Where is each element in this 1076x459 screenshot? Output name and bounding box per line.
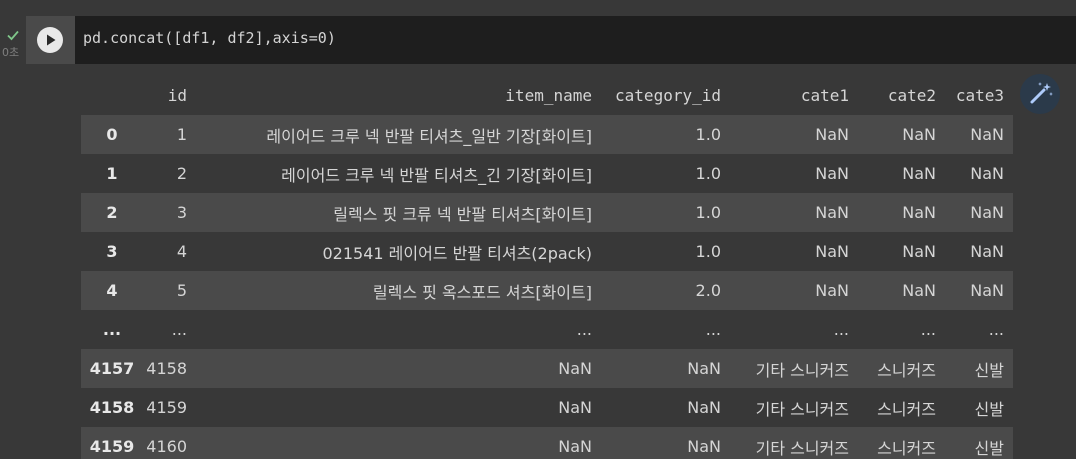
table-row: 2 3 릴렉스 핏 크류 넥 반팔 티셔츠[화이트] 1.0 NaN NaN NaN <box>81 193 1013 232</box>
code-line: pd.concat([df1, df2],axis=0) <box>83 29 336 47</box>
cell-cate3: 신발 <box>974 360 1004 380</box>
play-icon <box>47 34 56 46</box>
magic-wand-button[interactable] <box>1020 74 1060 114</box>
cell-cate2: NaN <box>902 164 936 183</box>
cell-cate1: 기타 스니커즈 <box>755 399 849 419</box>
row-index: 4157 <box>89 359 135 378</box>
cell-output: id item_name category_id cate1 cate2 cat… <box>26 64 1076 459</box>
column-header-item-name: item_name <box>505 86 592 105</box>
cell-cate2: NaN <box>902 242 936 261</box>
cell-id: 4160 <box>146 437 187 456</box>
cell-cate3: NaN <box>970 164 1004 183</box>
check-icon <box>6 27 20 41</box>
cell-cate1: NaN <box>815 242 849 261</box>
row-index: 2 <box>106 203 118 222</box>
table-row: 3 4 021541 레이어드 반팔 티셔츠(2pack) 1.0 NaN NaN NaN <box>81 232 1013 271</box>
row-index: ... <box>102 320 122 339</box>
row-index: 3 <box>106 242 118 261</box>
table-row: 0 1 레이어드 크루 넥 반팔 티셔츠_일반 기장[화이트] 1.0 NaN NaN Na… <box>81 115 1013 154</box>
cell-cate3: 신발 <box>974 438 1004 458</box>
column-header-cate1: cate1 <box>800 86 849 105</box>
cell-item-name: 레이어드 크루 넥 반팔 티셔츠_일반 기장[화이트] <box>266 126 592 146</box>
cell-item-name: NaN <box>558 359 592 378</box>
cell-id: 4159 <box>146 398 187 417</box>
cell-cate2: NaN <box>902 203 936 222</box>
column-header-index <box>81 76 143 115</box>
dataframe-table: id item_name category_id cate1 cate2 cat… <box>81 76 1013 459</box>
cell-cate1: NaN <box>815 125 849 144</box>
cell-cate2: 스니커즈 <box>877 399 936 419</box>
cell-cate2: ... <box>920 320 936 339</box>
cell-cate1: NaN <box>815 281 849 300</box>
column-header-cate2: cate2 <box>887 86 936 105</box>
cell-item-name: ... <box>576 320 592 339</box>
table-row: 4157 4158 NaN NaN 기타 스니커즈 스니커즈 신발 <box>81 349 1013 388</box>
cell-cate3: NaN <box>970 125 1004 144</box>
cell-category-id: 1.0 <box>695 203 721 222</box>
cell-id: 4 <box>176 242 187 261</box>
cell-category-id: 1.0 <box>695 164 721 183</box>
cell-category-id: NaN <box>687 437 721 456</box>
cell-id: 5 <box>176 281 187 300</box>
row-index: 0 <box>106 125 118 144</box>
cell-category-id: 1.0 <box>695 125 721 144</box>
table-row: 4 5 릴렉스 핏 옥스포드 셔츠[화이트] 2.0 NaN NaN NaN <box>81 271 1013 310</box>
cell-item-name: 021541 레이어드 반팔 티셔츠(2pack) <box>322 243 592 263</box>
cell-cate3: NaN <box>970 203 1004 222</box>
cell-category-id: 1.0 <box>695 242 721 261</box>
cell-id: 2 <box>176 164 187 183</box>
cell-cate1: NaN <box>815 164 849 183</box>
cell-cate3: NaN <box>970 281 1004 300</box>
notebook-cell: 0초 pd.concat([df1, df2],axis=0) id item_… <box>0 0 1076 459</box>
column-header-id: id <box>167 86 187 105</box>
table-row: 4159 4160 NaN NaN 기타 스니커즈 스니커즈 신발 <box>81 427 1013 459</box>
cell-gutter: 0초 <box>0 0 26 459</box>
cell-category-id: NaN <box>687 398 721 417</box>
column-header-category-id: category_id <box>615 86 721 105</box>
table-header-row: id item_name category_id cate1 cate2 cat… <box>81 76 1013 115</box>
cell-category-id: 2.0 <box>695 281 721 300</box>
run-cell-button[interactable] <box>37 27 63 53</box>
cell-cate3: NaN <box>970 242 1004 261</box>
cell-cate3: ... <box>988 320 1004 339</box>
cell-item-name: 릴렉스 핏 옥스포드 셔츠[화이트] <box>372 282 592 302</box>
table-row: 1 2 레이어드 크루 넥 반팔 티셔츠_긴 기장[화이트] 1.0 NaN NaN NaN <box>81 154 1013 193</box>
row-index: 4 <box>106 281 118 300</box>
table-row: ..................... <box>81 310 1013 349</box>
cell-id: 4158 <box>146 359 187 378</box>
cell-cate1: 기타 스니커즈 <box>755 360 849 380</box>
cell-cate2: NaN <box>902 281 936 300</box>
cell-cate2: 스니커즈 <box>877 438 936 458</box>
cell-cate3: 신발 <box>974 399 1004 419</box>
code-editor[interactable]: pd.concat([df1, df2],axis=0) <box>75 16 1076 64</box>
execution-time: 0초 <box>2 46 20 59</box>
row-index: 4159 <box>89 437 135 456</box>
cell-id: ... <box>171 320 187 339</box>
column-header-cate3: cate3 <box>955 86 1004 105</box>
cell-cate1: 기타 스니커즈 <box>755 438 849 458</box>
cell-category-id: ... <box>705 320 721 339</box>
cell-item-name: NaN <box>558 437 592 456</box>
row-index: 4158 <box>89 398 135 417</box>
cell-cate1: NaN <box>815 203 849 222</box>
table-row: 4158 4159 NaN NaN 기타 스니커즈 스니커즈 신발 <box>81 388 1013 427</box>
run-area <box>26 16 75 64</box>
cell-item-name: 레이어드 크루 넥 반팔 티셔츠_긴 기장[화이트] <box>281 165 592 185</box>
cell-cate1: ... <box>833 320 849 339</box>
cell-cate2: 스니커즈 <box>877 360 936 380</box>
cell-item-name: 릴렉스 핏 크류 넥 반팔 티셔츠[화이트] <box>333 204 592 224</box>
row-index: 1 <box>106 164 118 183</box>
cell-category-id: NaN <box>687 359 721 378</box>
cell-id: 3 <box>176 203 187 222</box>
cell-id: 1 <box>176 125 187 144</box>
cell-cate2: NaN <box>902 125 936 144</box>
magic-wand-icon <box>1030 82 1053 104</box>
cell-item-name: NaN <box>558 398 592 417</box>
